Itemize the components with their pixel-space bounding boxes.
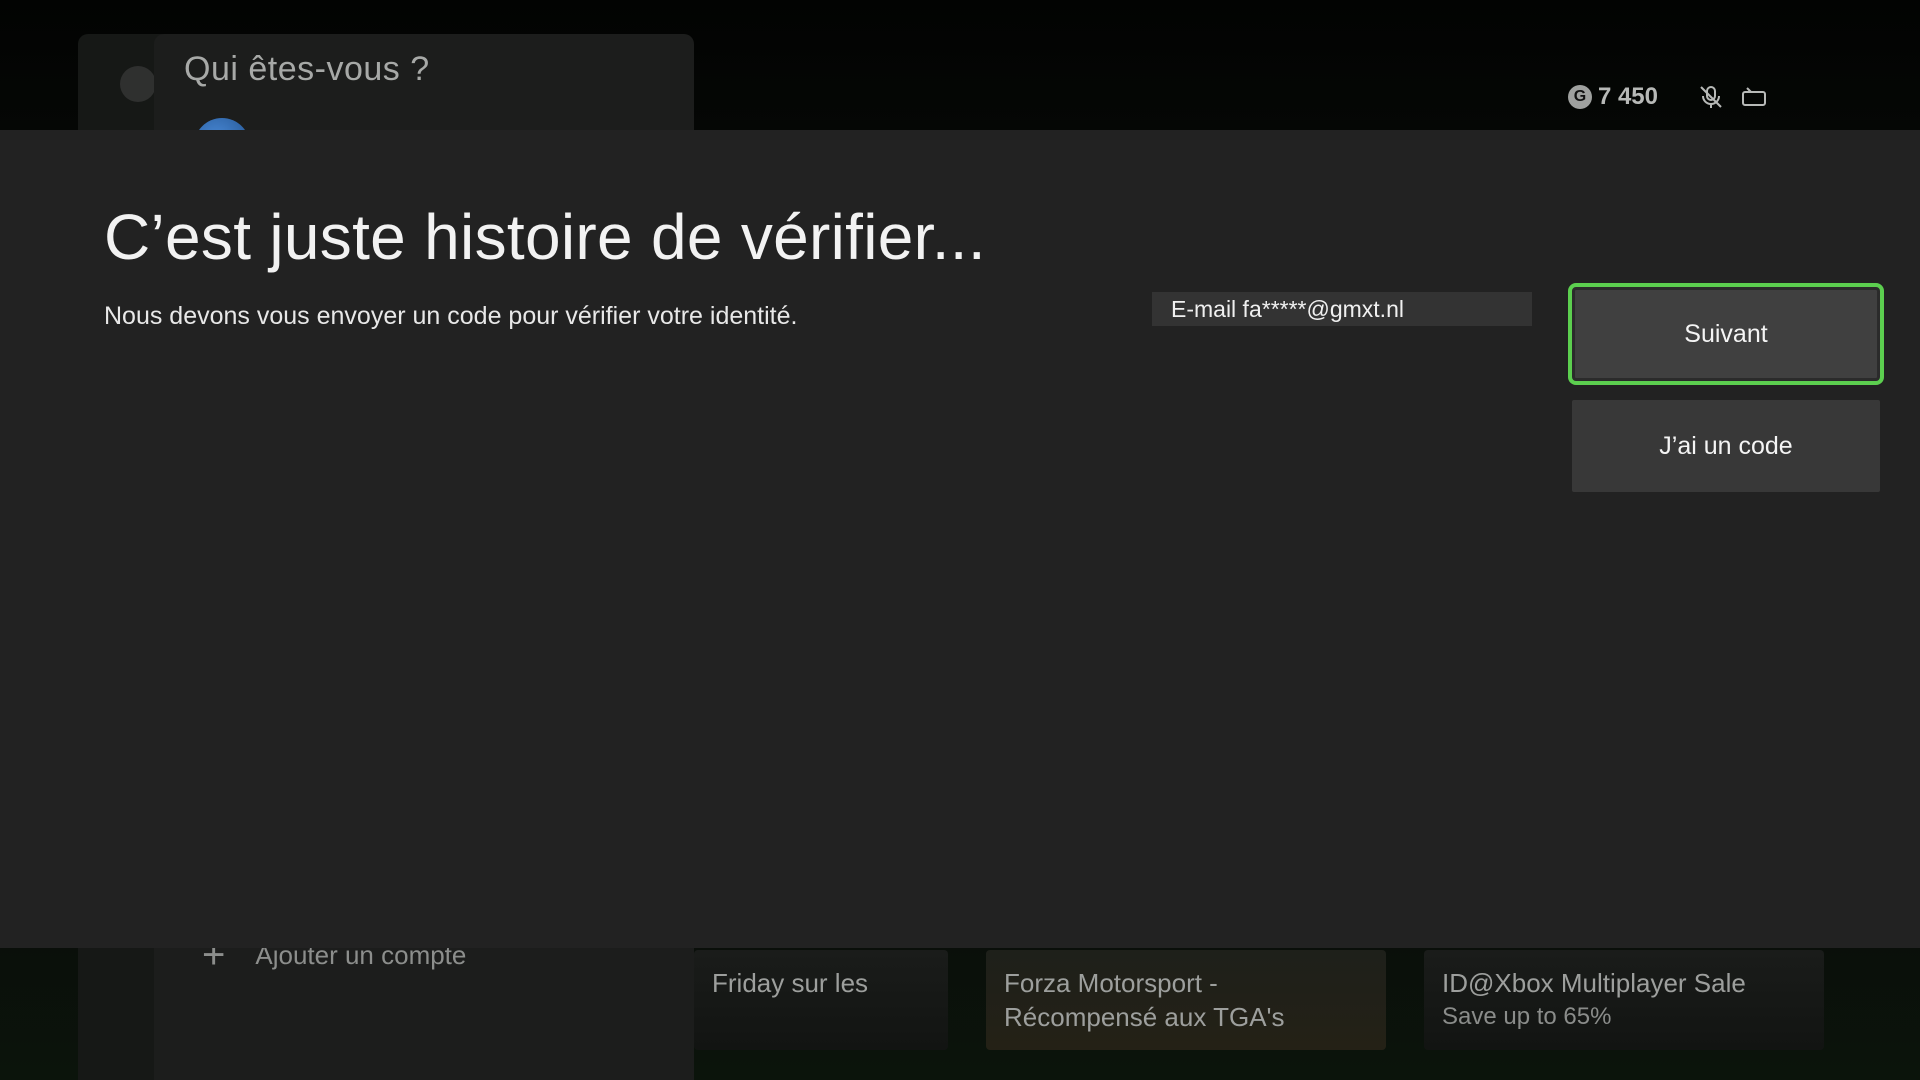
tile-title: Friday sur les (712, 968, 869, 998)
email-option-select[interactable]: E-mail fa*****@gmxt.nl (1152, 292, 1532, 326)
content-tile: ID@Xbox Multiplayer Sale Save up to 65% (1424, 950, 1824, 1050)
tile-title: Forza Motorsport - Récompensé aux TGA's (1004, 968, 1285, 1032)
dialog-title: C’est juste histoire de vérifier... (104, 201, 986, 273)
content-tile: Forza Motorsport - Récompensé aux TGA's (986, 950, 1386, 1050)
have-code-button[interactable]: J’ai un code (1572, 400, 1880, 492)
tile-title: ID@Xbox Multiplayer Sale (1442, 968, 1746, 998)
mic-muted-icon (1696, 82, 1726, 112)
dialog-description: Nous devons vous envoyer un code pour vé… (104, 302, 798, 330)
profile-picker-title: Qui êtes-vous ? (184, 50, 430, 88)
xbox-logo-icon (120, 66, 156, 102)
screen: Qui êtes-vous ? G 7 450 + Ajouter un com… (0, 0, 1920, 1080)
content-tile: Friday sur les (694, 950, 948, 1050)
status-bar: G 7 450 (1567, 82, 1770, 112)
battery-icon (1740, 82, 1770, 112)
gamerscore-value: 7 450 (1597, 83, 1658, 110)
next-button[interactable]: Suivant (1572, 287, 1880, 381)
verification-dialog: C’est juste histoire de vérifier... Nous… (0, 130, 1920, 948)
tile-subtitle: Save up to 65% (1442, 1003, 1612, 1030)
gamerscore-icon: G (1567, 85, 1592, 109)
